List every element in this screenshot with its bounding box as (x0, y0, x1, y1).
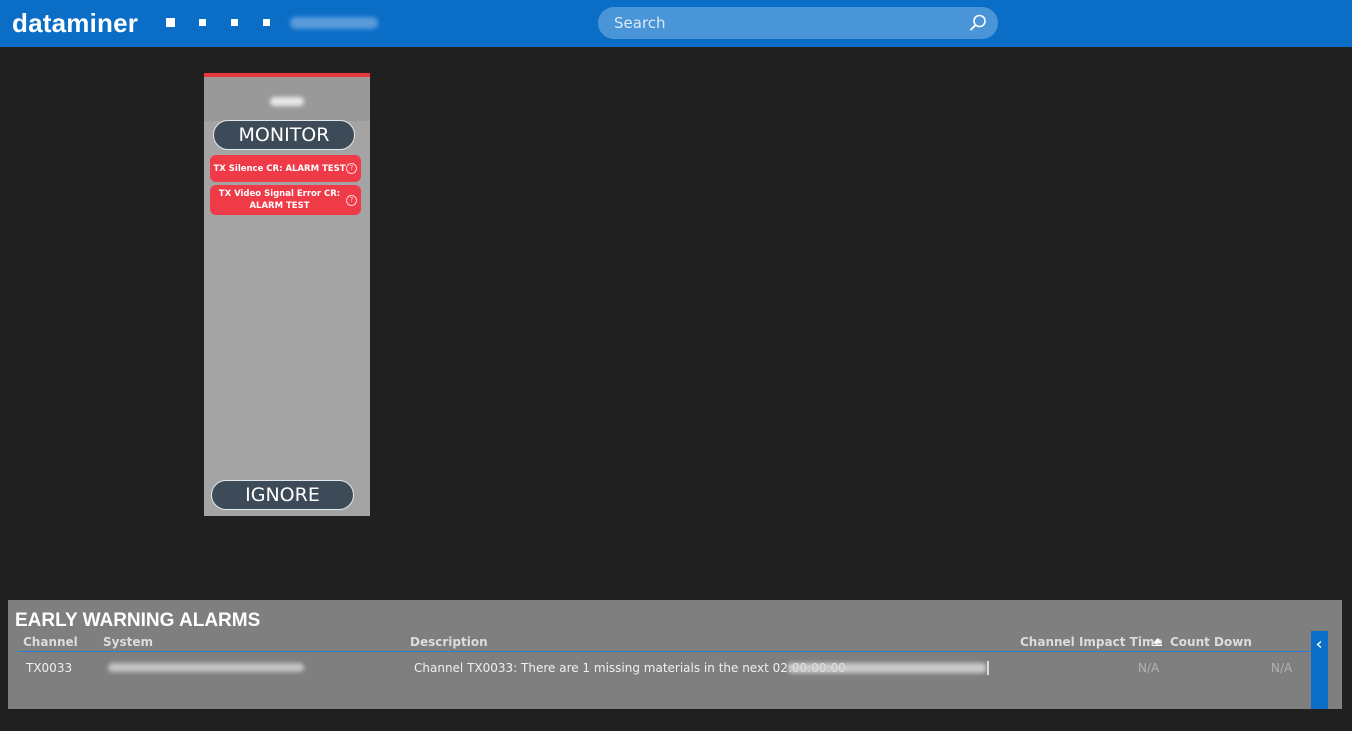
nav-dot-3[interactable] (231, 19, 238, 26)
panel-header (204, 77, 370, 121)
redacted-panel-name (270, 97, 304, 106)
search-input[interactable] (598, 7, 998, 39)
alarm-item[interactable]: TX Video Signal Error CR: ALARM TEST ? (210, 185, 361, 215)
early-warning-alarms-panel: EARLY WARNING ALARMS Channel System Desc… (8, 600, 1342, 709)
column-header-description[interactable]: Description (410, 635, 488, 649)
nav-dot-4[interactable] (263, 19, 270, 26)
chevron-left-icon (1316, 640, 1322, 649)
panel-title: EARLY WARNING ALARMS (15, 610, 261, 631)
search-icon[interactable] (968, 13, 988, 33)
search-box (598, 7, 998, 39)
redacted-system-cell (108, 663, 304, 672)
redacted-description-end (987, 661, 989, 675)
column-header-system[interactable]: System (103, 635, 153, 649)
nav-dot-2[interactable] (199, 19, 206, 26)
column-header-channel-impact-time[interactable]: Channel Impact Time (1020, 635, 1163, 649)
sort-ascending-icon[interactable] (1152, 637, 1163, 647)
help-icon[interactable]: ? (346, 194, 357, 206)
collapse-panel-button[interactable] (1311, 631, 1328, 709)
alarm-panel: MONITOR TX Silence CR: ALARM TEST ? TX V… (204, 73, 370, 516)
ignore-button[interactable]: IGNORE (211, 480, 354, 510)
cell-channel: TX0033 (26, 661, 73, 675)
alarm-text: TX Silence CR: ALARM TEST (213, 163, 346, 174)
redacted-description-detail (788, 663, 986, 673)
monitor-button[interactable]: MONITOR (213, 120, 355, 150)
header-divider (18, 651, 1310, 652)
column-header-channel[interactable]: Channel (23, 635, 78, 649)
cell-count-down: N/A (1271, 661, 1293, 675)
top-bar: dataminer (0, 0, 1352, 47)
redacted-breadcrumb (290, 17, 378, 29)
cell-channel-impact-time: N/A (1138, 661, 1160, 675)
cell-description: Channel TX0033: There are 1 missing mate… (414, 661, 846, 675)
help-icon[interactable]: ? (346, 163, 357, 174)
alarm-item[interactable]: TX Silence CR: ALARM TEST ? (210, 155, 361, 182)
column-header-count-down[interactable]: Count Down (1170, 635, 1252, 649)
dataminer-logo[interactable]: dataminer (12, 8, 138, 39)
alarm-text: TX Video Signal Error CR: ALARM TEST (218, 189, 341, 211)
nav-dot-1[interactable] (166, 18, 175, 27)
